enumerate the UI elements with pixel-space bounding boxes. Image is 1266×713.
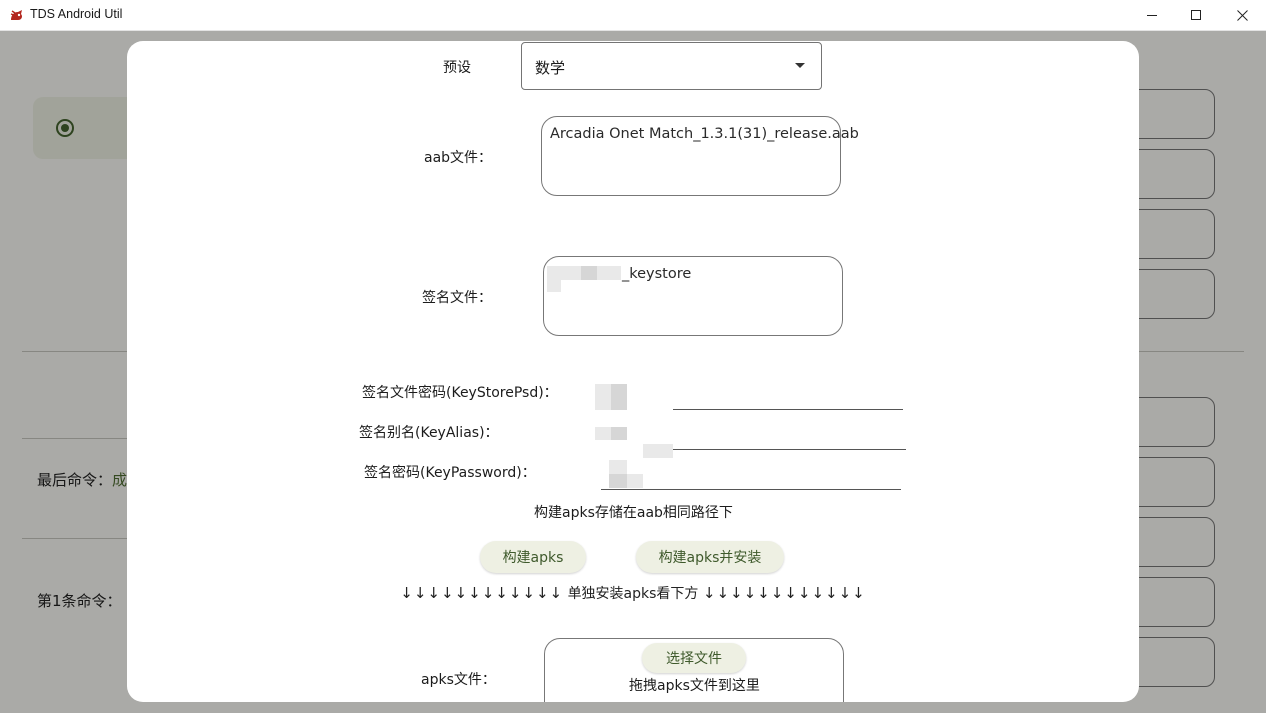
key-alias-label: 签名别名(KeyAlias)： [359, 425, 499, 441]
redacted-block [609, 474, 627, 488]
redacted-block [563, 266, 581, 280]
select-file-button[interactable]: 选择文件 [642, 643, 746, 673]
redacted-block [611, 384, 627, 398]
close-icon [1236, 10, 1248, 21]
preset-value: 数学 [535, 59, 566, 77]
minimize-icon [1146, 15, 1157, 16]
redacted-block [611, 398, 627, 410]
redacted-block [609, 460, 627, 474]
apks-file-label: apks文件： [421, 672, 496, 688]
close-button[interactable] [1219, 0, 1265, 31]
keystore-file-field[interactable]: _keystore [543, 256, 843, 336]
separator-arrows-right: ↓↓↓↓↓↓↓↓↓↓↓↓ [702, 584, 866, 602]
install-separator: ↓↓↓↓↓↓↓↓↓↓↓↓ 单独安装apks看下方 ↓↓↓↓↓↓↓↓↓↓↓↓ [127, 583, 1139, 603]
storage-note: 构建apks存储在aab相同路径下 [534, 505, 733, 521]
build-and-install-button[interactable]: 构建apks并安装 [636, 541, 784, 573]
drop-hint: 拖拽apks文件到这里 [629, 678, 760, 694]
preset-dropdown[interactable]: 数学 [521, 42, 822, 90]
minimize-button[interactable] [1129, 0, 1175, 31]
redacted-block [627, 474, 643, 488]
apks-drop-zone[interactable]: 选择文件 拖拽apks文件到这里 [544, 638, 844, 702]
key-alias-input[interactable] [673, 449, 906, 450]
keystore-password-label: 签名文件密码(KeyStorePsd)： [362, 385, 558, 401]
build-dialog: 预设 数学 aab文件： Arcadia Onet Match_1.3.1(31… [127, 41, 1139, 702]
redacted-block [547, 280, 561, 292]
dropdown-arrow-icon [795, 63, 805, 68]
separator-text: 单独安装apks看下方 [567, 586, 699, 602]
maximize-icon [1190, 10, 1201, 20]
redacted-block [597, 266, 621, 280]
redacted-block [547, 266, 563, 280]
window-title: TDS Android Util [30, 7, 123, 21]
keystore-file-label: 签名文件： [422, 290, 492, 306]
redacted-block [581, 266, 597, 280]
title-bar: TDS Android Util [0, 0, 1266, 31]
app-logo-icon [10, 10, 22, 20]
redacted-block [595, 398, 611, 410]
key-password-label: 签名密码(KeyPassword)： [364, 465, 536, 481]
preset-label: 预设 [443, 60, 471, 76]
separator-arrows-left: ↓↓↓↓↓↓↓↓↓↓↓↓ [400, 584, 564, 602]
redacted-block [643, 444, 673, 458]
redacted-block [611, 427, 627, 440]
build-apks-button[interactable]: 构建apks [480, 541, 586, 573]
aab-file-value: Arcadia Onet Match_1.3.1(31)_release.aab [550, 126, 859, 142]
aab-file-label: aab文件： [424, 150, 493, 166]
redacted-block [595, 384, 611, 398]
key-password-input[interactable] [601, 489, 901, 490]
maximize-button[interactable] [1173, 0, 1219, 31]
keystore-file-value: _keystore [622, 266, 692, 282]
redacted-block [595, 427, 611, 440]
keystore-password-input[interactable] [673, 409, 903, 410]
aab-file-field[interactable]: Arcadia Onet Match_1.3.1(31)_release.aab [541, 116, 859, 196]
